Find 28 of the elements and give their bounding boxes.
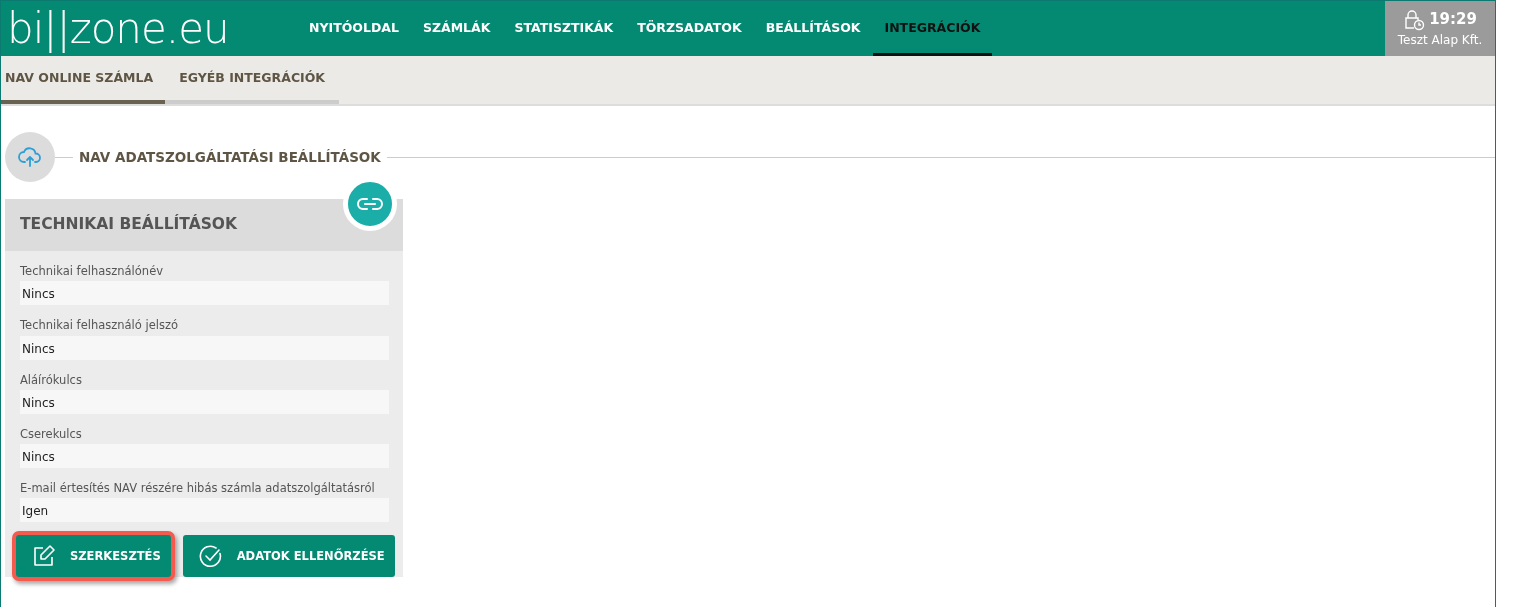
sub-tab[interactable]: EGYÉB INTEGRÁCIÓK bbox=[165, 56, 340, 104]
sub-tab[interactable]: NAV ONLINE SZÁMLA bbox=[1, 56, 166, 104]
field-label: Cserekulcs bbox=[20, 425, 83, 443]
link-icon bbox=[357, 197, 383, 211]
session-time: 19:29 bbox=[1429, 9, 1477, 31]
edit-icon bbox=[32, 544, 56, 569]
company-name: Teszt Alap Kft. bbox=[1397, 31, 1483, 49]
card-title: TECHNIKAI BEÁLLÍTÁSOK bbox=[5, 199, 403, 251]
cloud-upload-icon bbox=[18, 146, 42, 168]
check-circle-icon bbox=[198, 544, 223, 569]
field-value: Igen bbox=[20, 498, 389, 523]
field-label: Technikai felhasználó jelszó bbox=[20, 317, 180, 335]
nav-tab[interactable]: SZÁMLÁK bbox=[410, 1, 503, 56]
field-label: E-mail értesítés NAV részére hibás számla adatszolgáltatásról bbox=[20, 480, 376, 497]
nav-tab[interactable]: STATISZTIKÁK bbox=[502, 1, 626, 56]
logo[interactable]: bi||zone.eu bbox=[1, 1, 297, 56]
action-button[interactable]: ADATOK ELLENŐRZÉSE bbox=[182, 535, 395, 578]
field-value: Nincs bbox=[20, 281, 389, 306]
nav-tab[interactable]: BEÁLLÍTÁSOK bbox=[753, 1, 873, 56]
nav-tab[interactable]: NYITÓOLDAL bbox=[297, 1, 411, 56]
section-title: NAV ADATSZOLGÁLTATÁSI BEÁLLÍTÁSOK bbox=[78, 147, 382, 167]
field-value: Nincs bbox=[20, 389, 389, 414]
field-value: Nincs bbox=[20, 444, 389, 468]
field-label: Technikai felhasználónév bbox=[20, 263, 164, 280]
lock-clock-icon bbox=[1403, 8, 1426, 31]
field-label: Aláírókulcs bbox=[20, 371, 83, 389]
field-value: Nincs bbox=[20, 335, 389, 360]
nav-tab[interactable]: TÖRZSADATOK bbox=[625, 1, 754, 56]
